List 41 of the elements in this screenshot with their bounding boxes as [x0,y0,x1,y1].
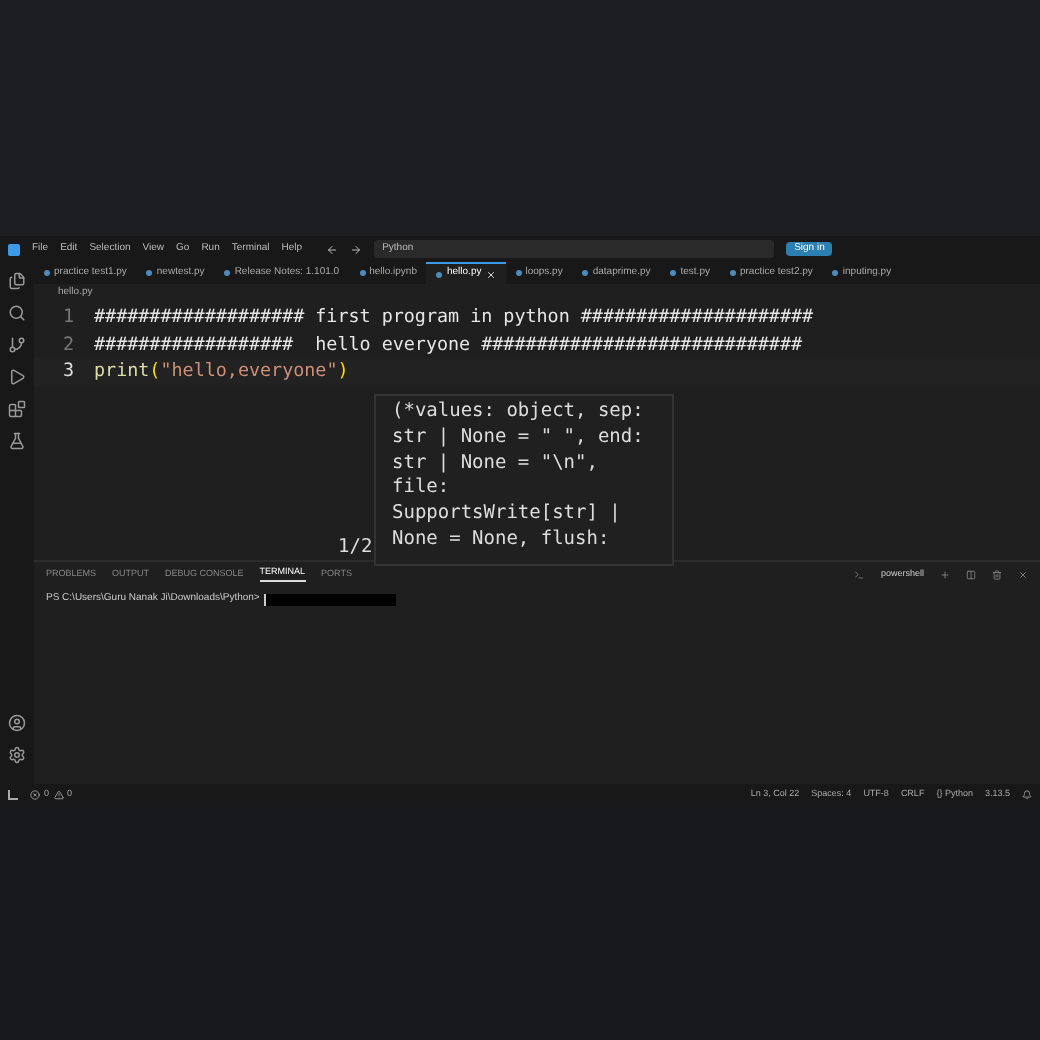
python-file-icon [670,270,677,276]
split-icon[interactable] [966,569,976,579]
code-comment: ################### first program in python ##################### [94,306,814,328]
terminal-cursor [263,593,396,606]
terminal-icon [854,569,865,579]
code-comment: ################## hello everyone ############################# [94,333,803,355]
search-icon[interactable] [8,304,26,322]
python-file-icon [146,270,153,276]
flask-icon[interactable] [8,432,26,450]
add-icon[interactable] [940,569,950,579]
files-icon[interactable] [8,272,26,290]
bell-icon[interactable] [1022,789,1032,799]
line-number: 2 [60,331,76,358]
play-icon[interactable] [8,368,26,386]
python-file-icon [44,270,50,276]
error-icon [30,789,40,799]
signature-line: str | None = "\n", [392,451,600,477]
python-file-icon [436,271,443,277]
line-number: 3 [60,358,76,385]
signature-line: SupportsWrite[str] | [392,502,623,528]
forward-icon[interactable] [350,243,363,255]
back-icon[interactable] [326,243,339,255]
overload-counter: 1/2 [338,534,373,561]
account-icon[interactable] [8,714,26,732]
signature-line: str | None = " ", end: [392,425,646,452]
warning-icon [53,789,64,799]
signature-line: None = None, flush: [392,527,612,554]
blocks-icon[interactable] [8,400,26,418]
branch-icon[interactable] [8,336,26,354]
settings-icon[interactable] [8,746,26,764]
signature-line: file: [392,476,452,503]
line-number: 1 [60,304,76,331]
python-file-icon [832,270,839,276]
trash-icon[interactable] [992,569,1002,579]
signature-line: (*values: object, sep: [392,400,646,426]
python-file-icon [359,270,366,276]
code-statement: print("hello,everyone") [94,360,349,382]
python-file-icon [515,270,522,276]
python-file-icon [224,270,231,276]
python-file-icon [582,270,589,276]
python-file-icon [729,270,736,276]
